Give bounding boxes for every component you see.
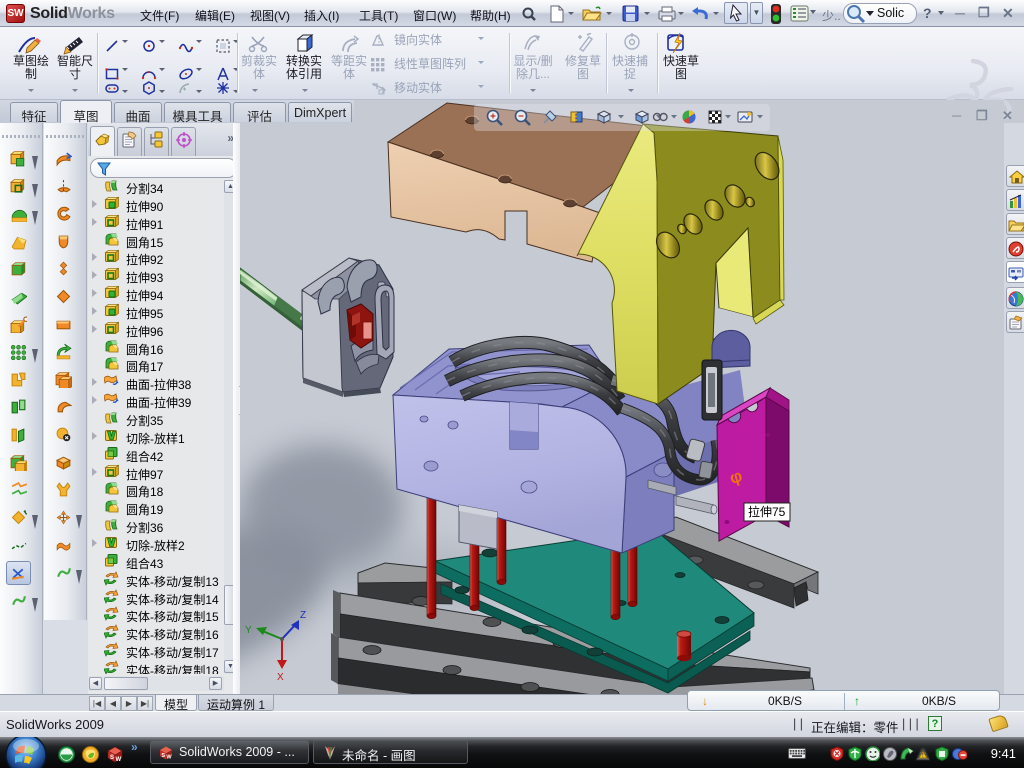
svg-text:拉伸75: 拉伸75: [748, 504, 786, 519]
svg-text:Z: Z: [300, 610, 306, 621]
svg-text:X: X: [277, 672, 284, 683]
svg-text:Y: Y: [245, 625, 252, 636]
